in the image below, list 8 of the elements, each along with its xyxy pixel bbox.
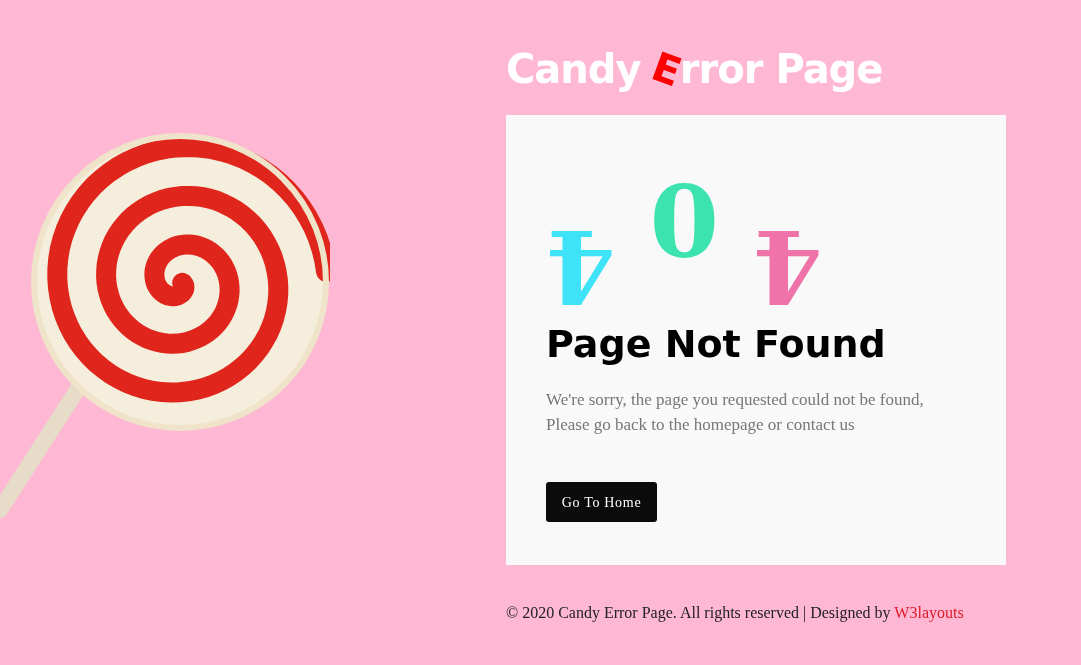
error-digit: 0 bbox=[649, 177, 720, 267]
go-home-button[interactable]: Go To Home bbox=[546, 482, 657, 522]
error-digit: 4 bbox=[753, 221, 823, 311]
footer-text: © 2020 Candy Error Page. All rights reserved | Designed by W3layouts bbox=[506, 603, 965, 624]
heading: Page Not Found bbox=[546, 321, 887, 368]
error-message: We're sorry, the page you requested could not be found, Please go back to the homepage or contact us bbox=[546, 389, 925, 436]
error-digit: 4 bbox=[546, 221, 616, 311]
page-title: Candy E rror Page bbox=[506, 44, 884, 94]
